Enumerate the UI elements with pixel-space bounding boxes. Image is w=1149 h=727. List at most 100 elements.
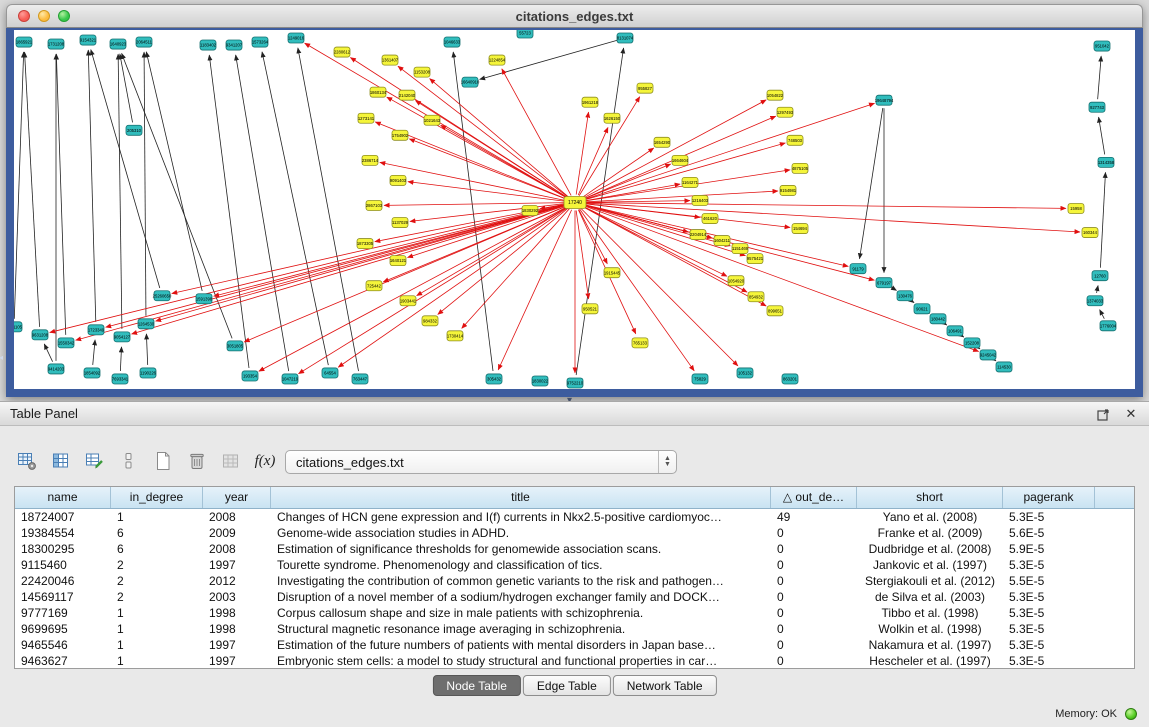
graph-node[interactable]: 193354 xyxy=(242,371,258,381)
graph-node[interactable]: 1054920 xyxy=(728,276,745,286)
graph-node[interactable]: 1723349 xyxy=(88,325,105,335)
graph-node[interactable]: 725442 xyxy=(366,281,382,291)
graph-node[interactable]: 854932 xyxy=(748,292,764,302)
graph-node[interactable]: 2386714 xyxy=(362,155,379,165)
graph-node[interactable]: 1941105 xyxy=(14,322,23,332)
graph-hub-node[interactable]: 17240 xyxy=(564,196,586,208)
graph-node[interactable]: 19648794 xyxy=(875,95,894,105)
graph-node[interactable]: 2280612 xyxy=(334,47,351,57)
graph-node[interactable]: 1854092 xyxy=(84,368,101,378)
delete-button[interactable] xyxy=(182,447,212,475)
graph-node[interactable]: 106491 xyxy=(947,326,963,336)
graph-node[interactable]: 2064511 xyxy=(136,37,153,47)
column-header-title[interactable]: title xyxy=(271,487,771,508)
graph-node[interactable]: 1754902 xyxy=(392,130,409,140)
row-format-button[interactable] xyxy=(114,447,144,475)
graph-node[interactable]: 461620 xyxy=(702,214,718,224)
graph-node[interactable]: 1183402 xyxy=(200,40,217,50)
graph-node[interactable]: 4875105 xyxy=(792,163,809,173)
graph-node[interactable]: 765133 xyxy=(632,338,648,348)
graph-node[interactable]: 1153208 xyxy=(414,67,431,77)
collapse-panel-arrow[interactable]: ◂ xyxy=(0,354,3,362)
graph-node[interactable]: 130476 xyxy=(897,291,913,301)
graph-node[interactable]: 9154981 xyxy=(780,185,797,195)
table-row[interactable]: 946362711997Embryonic stem cells: a mode… xyxy=(15,653,1134,669)
graph-node[interactable]: 950521 xyxy=(582,304,598,314)
window-titlebar[interactable]: citations_edges.txt xyxy=(6,4,1143,28)
graph-node[interactable]: 927743 xyxy=(1089,102,1105,112)
graph-node[interactable]: 9054127 xyxy=(114,332,131,342)
graph-node[interactable]: 984332 xyxy=(422,316,438,326)
graph-node[interactable]: 152208 xyxy=(964,338,980,348)
graph-node[interactable]: 160344 xyxy=(1082,228,1098,238)
float-panel-icon[interactable] xyxy=(1095,406,1111,422)
zoom-window-button[interactable] xyxy=(58,10,70,22)
graph-node[interactable]: 1151469 xyxy=(732,244,749,254)
graph-node[interactable]: 1730414 xyxy=(447,331,464,341)
table-row[interactable]: 1872400712008Changes of HCN gene express… xyxy=(15,509,1134,525)
graph-node[interactable]: 12760 xyxy=(1092,271,1108,281)
graph-node[interactable]: 1374033 xyxy=(1087,296,1104,306)
graph-node[interactable]: 1054822 xyxy=(767,90,784,100)
graph-node[interactable]: 1361407 xyxy=(382,55,399,65)
graph-node[interactable]: 1640923 xyxy=(110,39,127,49)
table-row[interactable]: 946554611997Estimation of the future num… xyxy=(15,637,1134,653)
graph-node[interactable]: 2204914 xyxy=(690,230,707,240)
graph-node[interactable]: 105132 xyxy=(737,368,753,378)
graph-node[interactable]: 1664604 xyxy=(672,155,689,165)
graph-node[interactable]: 763447 xyxy=(352,374,368,384)
graph-node[interactable]: 9154321 xyxy=(80,35,97,45)
column-header-name[interactable]: name xyxy=(15,487,111,508)
graph-node[interactable]: 16640910 xyxy=(461,77,480,87)
graph-node[interactable]: 1224854 xyxy=(489,55,506,65)
graph-node[interactable]: 3051805 xyxy=(227,341,244,351)
graph-node[interactable]: 9414203 xyxy=(48,364,65,374)
graph-node[interactable]: 748503 xyxy=(787,135,803,145)
table-row[interactable]: 1938455462009Genome-wide association stu… xyxy=(15,525,1134,541)
column-header-in_degree[interactable]: in_degree xyxy=(111,487,203,508)
tab-edge-table[interactable]: Edge Table xyxy=(523,675,611,696)
graph-node[interactable]: 305432 xyxy=(486,374,502,384)
tab-node-table[interactable]: Node Table xyxy=(432,675,521,696)
graph-node[interactable]: 205310 xyxy=(126,125,142,135)
graph-node[interactable]: 1830292 xyxy=(522,205,539,215)
graph-node[interactable]: 1046633 xyxy=(444,37,461,47)
graph-node[interactable]: 1903441 xyxy=(400,296,417,306)
graph-node[interactable]: 8131074 xyxy=(617,33,634,43)
graph-node[interactable]: 679197 xyxy=(876,278,892,288)
graph-node[interactable]: 1550342 xyxy=(58,338,75,348)
graph-node[interactable]: 1216403 xyxy=(692,195,709,205)
graph-node[interactable]: 1273141 xyxy=(358,113,375,123)
graph-node[interactable]: 9091403 xyxy=(390,175,407,185)
graph-node[interactable]: 1137029 xyxy=(392,218,409,228)
graph-node[interactable]: 1164271 xyxy=(682,177,699,187)
graph-node[interactable]: 863201 xyxy=(782,374,798,384)
tab-network-table[interactable]: Network Table xyxy=(613,675,717,696)
column-header-year[interactable]: year xyxy=(203,487,271,508)
column-header-out_de…[interactable]: △ out_de… xyxy=(771,487,857,508)
graph-node[interactable]: 1604211 xyxy=(714,236,731,246)
table-mode-button[interactable] xyxy=(12,447,42,475)
function-builder-button[interactable]: f(x) xyxy=(250,447,280,475)
table-row[interactable]: 969969511998Structural magnetic resonanc… xyxy=(15,621,1134,637)
graph-node[interactable]: 1047219 xyxy=(282,374,299,384)
graph-node[interactable]: 1731208 xyxy=(48,39,65,49)
graph-node[interactable]: 1249016 xyxy=(288,33,305,43)
graph-node[interactable]: 25260650 xyxy=(153,291,172,301)
graph-node[interactable]: 114530 xyxy=(996,362,1012,372)
graph-node[interactable]: 951042 xyxy=(1094,41,1110,51)
table-row[interactable]: 977716911998Corpus callosum shape and si… xyxy=(15,605,1134,621)
graph-node[interactable]: 1264530 xyxy=(138,319,155,329)
graph-node[interactable]: 180442 xyxy=(930,314,946,324)
graph-node[interactable]: 1961218 xyxy=(582,97,599,107)
graph-node[interactable]: 1591398 xyxy=(196,294,213,304)
graph-node[interactable]: 1314358 xyxy=(1098,157,1115,167)
graph-node[interactable]: 1654290 xyxy=(654,137,671,147)
graph-node[interactable]: 9245042 xyxy=(980,350,997,360)
graph-node[interactable]: 7693341 xyxy=(112,374,129,384)
column-header-short[interactable]: short xyxy=(857,487,1003,508)
graph-node[interactable]: 1626150 xyxy=(604,113,621,123)
graph-node[interactable]: 1021643 xyxy=(424,115,441,125)
graph-node[interactable]: 75829 xyxy=(692,374,708,384)
network-canvas[interactable]: 1724022806121361407115320818601342142040… xyxy=(14,30,1135,389)
